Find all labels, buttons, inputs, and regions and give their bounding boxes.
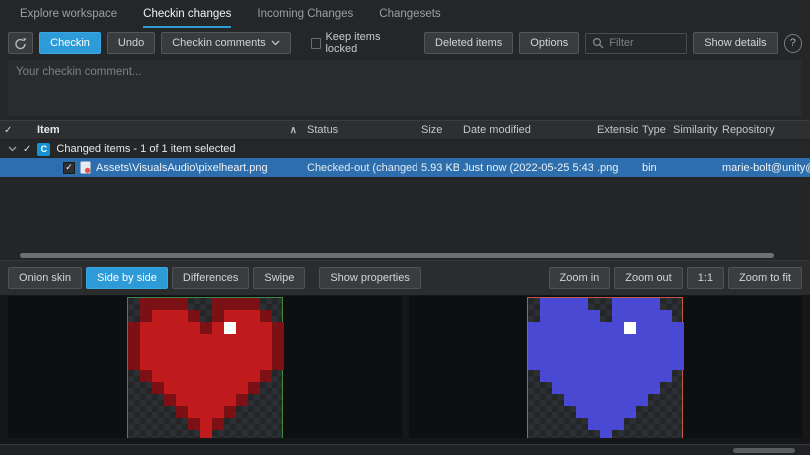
show-properties-button[interactable]: Show properties [319, 267, 421, 289]
group-row-label: Changed items - 1 of 1 item selected [56, 143, 235, 155]
checkin-comment-input[interactable] [8, 60, 802, 116]
checkin-comment-area [8, 60, 802, 116]
zoom-in-button[interactable]: Zoom in [549, 267, 611, 289]
help-button[interactable]: ? [784, 34, 802, 53]
search-icon [592, 37, 604, 49]
table-horizontal-scrollbar[interactable] [0, 252, 810, 260]
zoom-out-button[interactable]: Zoom out [614, 267, 682, 289]
date-modified-cell: Just now (2022-05-25 5:43:52 PM) [459, 162, 593, 174]
table-empty-area [0, 177, 810, 252]
tab-changesets[interactable]: Changesets [379, 0, 440, 28]
items-table-header: ✓ Item ∧ Status Size Date modified Exten… [0, 120, 810, 140]
diff-pane-left [8, 296, 402, 438]
item-cell: ✓ Assets\VisualsAudio\pixelheart.png [33, 161, 303, 174]
deleted-items-button[interactable]: Deleted items [424, 32, 513, 54]
column-repository[interactable]: Repository [718, 124, 810, 136]
bottom-bar [0, 444, 810, 455]
one-to-one-button[interactable]: 1:1 [687, 267, 724, 289]
checkin-comments-dropdown[interactable]: Checkin comments [161, 32, 291, 54]
refresh-button[interactable] [8, 32, 33, 54]
column-date-modified[interactable]: Date modified [459, 124, 593, 136]
column-similarity[interactable]: Similarity [669, 124, 718, 136]
chevron-down-icon [271, 40, 280, 46]
extension-cell: .png [593, 162, 638, 174]
keep-items-locked-checkbox[interactable] [311, 38, 322, 49]
image-file-icon [80, 161, 91, 174]
tab-incoming-changes[interactable]: Incoming Changes [257, 0, 353, 28]
show-details-button[interactable]: Show details [693, 32, 777, 54]
swipe-button[interactable]: Swipe [253, 267, 305, 289]
tab-checkin-changes[interactable]: Checkin changes [143, 0, 231, 28]
sort-ascending-icon: ∧ [290, 125, 297, 136]
tab-explore-workspace[interactable]: Explore workspace [20, 0, 117, 28]
table-row-pixelheart[interactable]: ✓ Assets\VisualsAudio\pixelheart.png Che… [0, 158, 810, 177]
diff-toolbar: Onion skin Side by side Differences Swip… [0, 260, 810, 295]
onion-skin-button[interactable]: Onion skin [8, 267, 82, 289]
changed-items-badge: C [37, 143, 50, 156]
checkin-button[interactable]: Checkin [39, 32, 101, 54]
row-checkbox[interactable]: ✓ [63, 162, 75, 174]
diff-image-right [527, 297, 683, 438]
changed-items-group-row[interactable]: ✓ C Changed items - 1 of 1 item selected [0, 140, 810, 158]
column-status[interactable]: Status [303, 124, 417, 136]
column-item-label: Item [37, 124, 60, 136]
column-type[interactable]: Type [638, 124, 669, 136]
filter-input[interactable] [609, 37, 680, 49]
size-cell: 5.93 KB [417, 162, 459, 174]
header-check-icon[interactable]: ✓ [0, 125, 33, 136]
undo-button[interactable]: Undo [107, 32, 155, 54]
diff-image-left [127, 297, 283, 438]
checkin-comments-label: Checkin comments [172, 37, 266, 49]
filter-box [585, 33, 687, 54]
keep-items-locked-option: Keep items locked [311, 31, 412, 55]
repository-cell: marie-bolt@unity@clou [718, 162, 810, 174]
column-item[interactable]: Item ∧ [33, 124, 303, 136]
file-path-label: Assets\VisualsAudio\pixelheart.png [96, 162, 268, 174]
zoom-to-fit-button[interactable]: Zoom to fit [728, 267, 802, 289]
side-by-side-button[interactable]: Side by side [86, 267, 168, 289]
options-button[interactable]: Options [519, 32, 579, 54]
plastic-scm-window: Explore workspace Checkin changes Incomi… [0, 0, 810, 455]
diff-panes [0, 295, 810, 444]
scrollbar-thumb[interactable] [20, 253, 774, 258]
keep-items-locked-label: Keep items locked [325, 31, 412, 55]
column-size[interactable]: Size [417, 124, 459, 136]
differences-button[interactable]: Differences [172, 267, 249, 289]
type-cell: bin [638, 162, 669, 174]
group-check-icon[interactable]: ✓ [23, 144, 31, 155]
diff-pane-right [409, 296, 803, 438]
status-cell: Checked-out (changed) [303, 162, 417, 174]
tab-bar: Explore workspace Checkin changes Incomi… [0, 0, 810, 28]
column-extension[interactable]: Extension [593, 124, 638, 136]
checkin-toolbar: Checkin Undo Checkin comments Keep items… [0, 28, 810, 58]
bottom-scrollbar-thumb[interactable] [733, 448, 795, 453]
refresh-icon [14, 37, 27, 50]
chevron-down-icon[interactable] [8, 146, 17, 152]
